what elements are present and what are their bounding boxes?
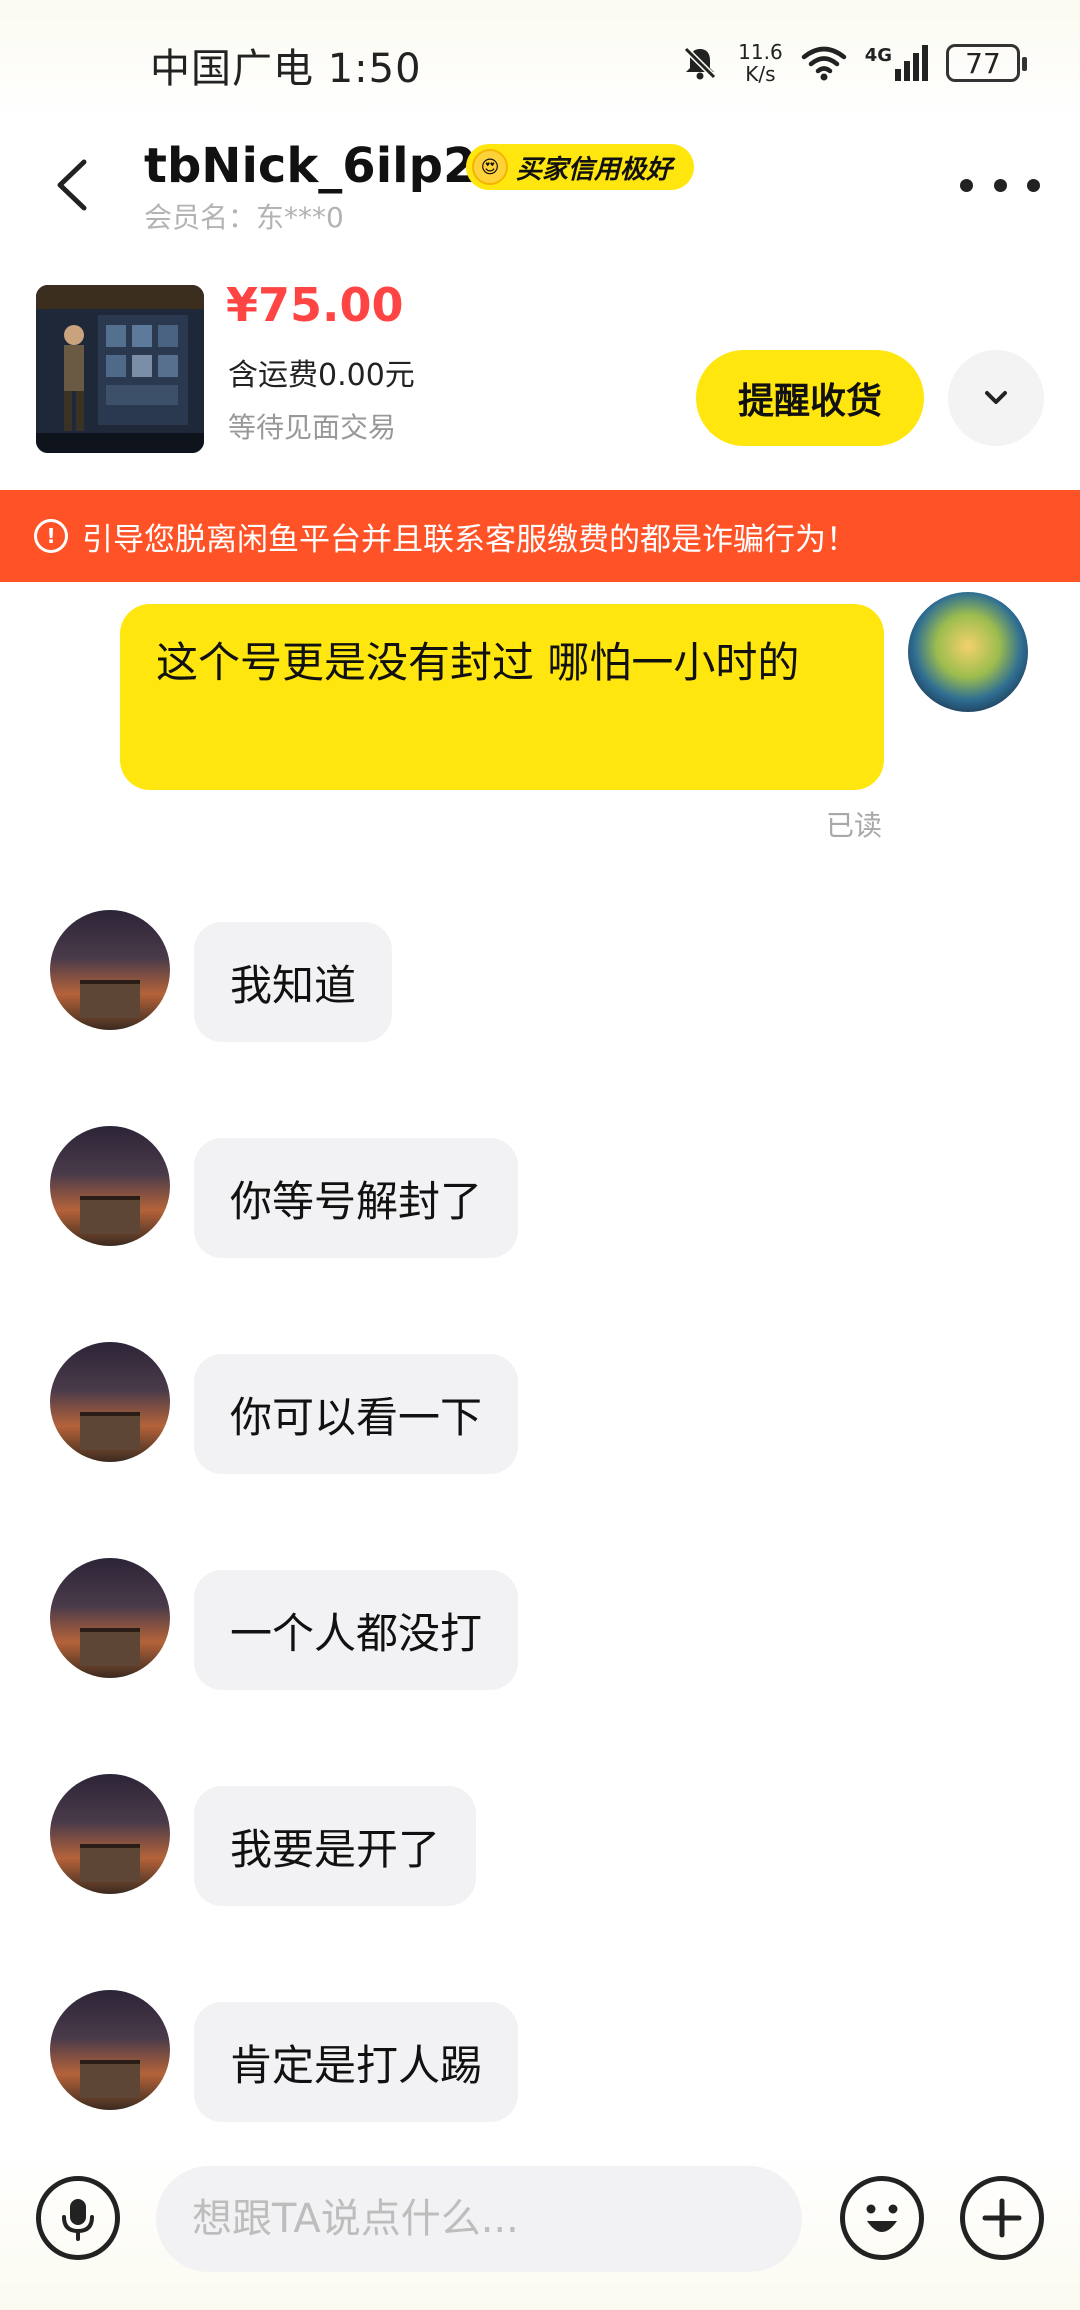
peer-avatar[interactable] [50,1342,170,1462]
fraud-warning-text: 引导您脱离闲鱼平台并且联系客服缴费的都是诈骗行为！ [82,521,857,558]
dot-icon [1027,178,1040,192]
network-type: 4G [864,45,892,66]
peer-message-row: 你可以看一下 [0,1342,1080,1474]
back-button[interactable] [40,150,110,220]
peer-nickname[interactable]: tbNick_6ilp2 [144,138,476,194]
battery-level: 77 [965,46,1001,80]
status-bar: 中国广电 1:50 11.6 K/s 4G 77 [0,0,1080,120]
fraud-warning-bar: ! 引导您脱离闲鱼平台并且联系客服缴费的都是诈骗行为！ [0,490,1080,582]
emoji-icon [866,2204,898,2232]
peer-message-row: 我要是开了 [0,1774,1080,1906]
trade-status: 等待见面交易 [228,411,397,444]
input-bar [0,2152,1080,2310]
chat-header: tbNick_6ilp2 😍 买家信用极好 会员名：东***0 [0,120,1080,250]
peer-avatar[interactable] [50,1558,170,1678]
peer-message-row: 我知道 [0,910,1080,1042]
dot-icon [993,178,1007,192]
dot-icon [960,178,973,192]
peer-message-bubble[interactable]: 我知道 [194,922,393,1042]
peer-message-row: 一个人都没打 [0,1558,1080,1690]
shipping-fee: 含运费0.00元 [228,358,415,393]
product-price: ¥75.00 [226,278,404,332]
plus-icon [982,2198,1022,2238]
wifi-icon [801,46,846,81]
peer-message-row: 你等号解封了 [0,1126,1080,1258]
net-speed-unit: K/s [745,62,776,86]
peer-avatar[interactable] [50,1126,170,1246]
more-actions-button[interactable] [960,2176,1044,2260]
peer-message-bubble[interactable]: 一个人都没打 [194,1570,519,1690]
carrier-time: 中国广电 1:50 [150,46,422,92]
net-speed: 11.6 K/s [738,41,783,85]
status-icons: 11.6 K/s 4G 77 [680,38,1027,88]
remind-receipt-button[interactable]: 提醒收货 [696,350,924,446]
signal-icon: 4G [865,45,928,81]
message-input[interactable] [156,2166,802,2272]
mute-bell-icon [684,46,717,80]
net-speed-value: 11.6 [738,40,783,64]
my-message-bubble[interactable]: 这个号更是没有封过 哪怕一小时的 [120,604,884,790]
peer-avatar[interactable] [50,1774,170,1894]
peer-message-bubble[interactable]: 肯定是打人踢 [194,2002,519,2122]
credit-badge[interactable]: 😍 买家信用极好 [466,144,695,190]
product-card[interactable]: ¥75.00 含运费0.00元 等待见面交易 提醒收货 [0,250,1080,490]
peer-message-row: 肯定是打人踢 [0,1990,1080,2122]
expand-button[interactable] [948,350,1044,446]
peer-message-bubble[interactable]: 你等号解封了 [194,1138,519,1258]
credit-badge-label: 买家信用极好 [516,154,673,185]
read-status: 已读 [826,809,883,842]
my-avatar[interactable] [908,592,1028,712]
smiley-icon: 😍 [472,149,508,185]
peer-avatar[interactable] [50,910,170,1030]
member-name: 会员名：东***0 [144,201,344,234]
chat-messages[interactable]: 这个号更是没有封过 哪怕一小时的 已读 我知道 你等号解封了 你可以看一下 一个… [0,582,1080,2152]
peer-message-bubble[interactable]: 你可以看一下 [194,1354,519,1474]
chevron-left-icon [57,159,87,211]
microphone-icon [62,2199,94,2241]
exclamation-icon: ! [34,519,68,553]
peer-message-bubble[interactable]: 我要是开了 [194,1786,477,1906]
battery-icon: 77 [946,44,1027,82]
product-image [36,285,204,453]
chevron-down-icon [985,391,1007,404]
voice-button[interactable] [36,2176,120,2260]
more-options-button[interactable] [960,160,1040,210]
peer-avatar[interactable] [50,1990,170,2110]
product-thumbnail[interactable] [36,285,204,453]
emoji-button[interactable] [840,2176,924,2260]
